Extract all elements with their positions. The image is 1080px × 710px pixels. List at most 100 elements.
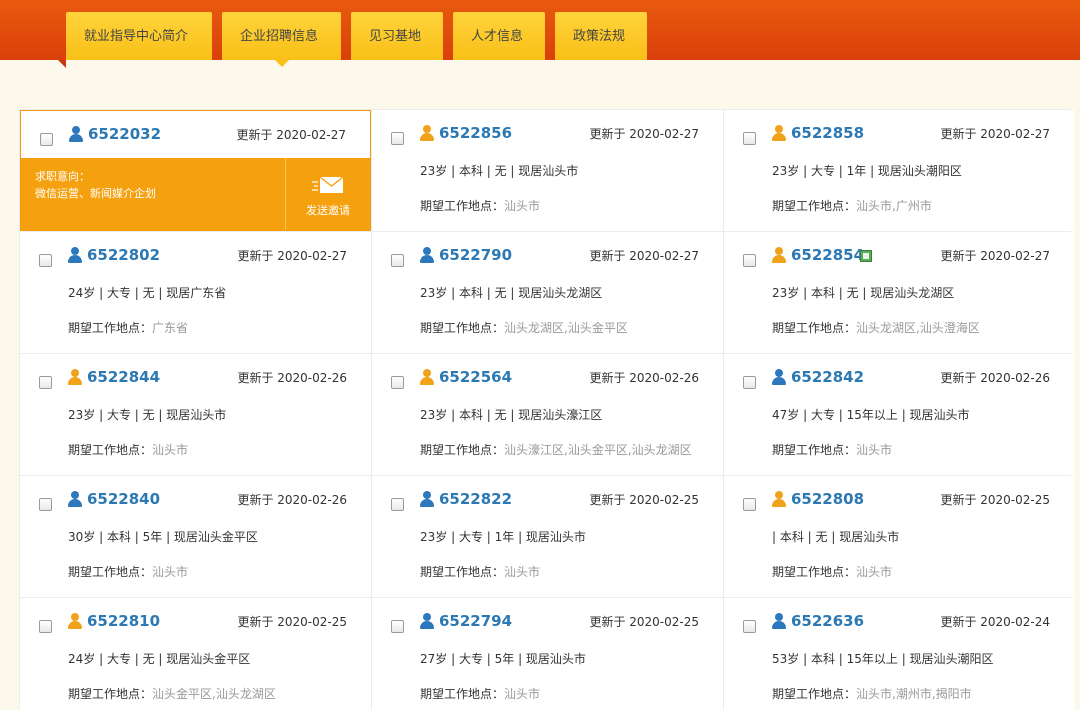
- tab-internship-base[interactable]: 见习基地: [351, 12, 443, 60]
- candidate-id-link[interactable]: 6522844: [87, 368, 160, 386]
- active-tab-pointer: [274, 60, 289, 67]
- job-intent: 求职意向： 微信运营、新闻媒介企划: [35, 168, 156, 202]
- select-checkbox[interactable]: [39, 620, 52, 633]
- select-checkbox[interactable]: [40, 133, 53, 146]
- candidate-summary: 23岁 | 本科 | 无 | 现居汕头市: [420, 164, 579, 178]
- candidate-id-link[interactable]: 6522854: [791, 246, 864, 264]
- select-checkbox[interactable]: [391, 376, 404, 389]
- preferred-location: 期望工作地点：汕头市,广州市: [772, 197, 932, 214]
- candidate-card[interactable]: 6522636 更新于 2020-02-24 53岁 | 本科 | 15年以上 | …: [724, 598, 1074, 710]
- top-nav-bar: 就业指导中心简介 企业招聘信息 见习基地 人才信息 政策法规: [0, 0, 1080, 67]
- select-checkbox[interactable]: [39, 376, 52, 389]
- person-icon: [420, 613, 434, 629]
- candidate-summary: 23岁 | 本科 | 无 | 现居汕头龙湖区: [772, 286, 955, 300]
- preferred-location: 期望工作地点：汕头市: [68, 441, 188, 458]
- preferred-location: 期望工作地点：广东省: [68, 319, 188, 336]
- preferred-location: 期望工作地点：汕头龙湖区,汕头金平区: [420, 319, 628, 336]
- tab-job-postings-label: 企业招聘信息: [240, 29, 319, 44]
- candidate-id-link[interactable]: 6522842: [791, 368, 864, 386]
- select-checkbox[interactable]: [743, 132, 756, 145]
- tab-center-intro[interactable]: 就业指导中心简介: [66, 12, 212, 60]
- candidate-id-link[interactable]: 6522858: [791, 124, 864, 142]
- location-value: 汕头市,广州市: [856, 199, 932, 213]
- candidate-summary: 30岁 | 本科 | 5年 | 现居汕头金平区: [68, 530, 258, 544]
- candidate-summary: 23岁 | 本科 | 无 | 现居汕头濠江区: [420, 408, 603, 422]
- candidate-id-link[interactable]: 6522840: [87, 490, 160, 508]
- updated-date: 更新于 2020-02-27: [237, 249, 347, 263]
- updated-date: 更新于 2020-02-26: [589, 371, 699, 385]
- select-checkbox[interactable]: [391, 498, 404, 511]
- candidate-summary: 24岁 | 大专 | 无 | 现居广东省: [68, 286, 227, 300]
- person-icon: [68, 491, 82, 507]
- person-icon: [772, 125, 786, 141]
- select-checkbox[interactable]: [39, 498, 52, 511]
- send-invite-label: 发送邀请: [306, 204, 350, 217]
- candidate-id-link[interactable]: 6522564: [439, 368, 512, 386]
- send-invite-button[interactable]: 发送邀请: [286, 158, 370, 230]
- tab-job-postings[interactable]: 企业招聘信息: [222, 12, 341, 67]
- person-icon: [772, 613, 786, 629]
- updated-date: 更新于 2020-02-27: [236, 128, 346, 142]
- candidate-card[interactable]: 6522810 更新于 2020-02-25 24岁 | 大专 | 无 | 现居汕头…: [20, 598, 371, 710]
- preferred-location: 期望工作地点：汕头龙湖区,汕头澄海区: [772, 319, 980, 336]
- candidate-summary: 23岁 | 大专 | 1年 | 现居汕头潮阳区: [772, 164, 962, 178]
- candidate-card[interactable]: 6522790 更新于 2020-02-27 23岁 | 本科 | 无 | 现居汕头…: [372, 232, 723, 353]
- select-checkbox[interactable]: [391, 132, 404, 145]
- select-checkbox[interactable]: [391, 254, 404, 267]
- candidate-card[interactable]: 6522564 更新于 2020-02-26 23岁 | 本科 | 无 | 现居汕头…: [372, 354, 723, 475]
- candidate-id-link[interactable]: 6522810: [87, 612, 160, 630]
- candidate-card[interactable]: 6522854 更新于 2020-02-27 23岁 | 本科 | 无 | 现居汕头…: [724, 232, 1074, 353]
- select-checkbox[interactable]: [743, 376, 756, 389]
- select-checkbox[interactable]: [743, 620, 756, 633]
- select-checkbox[interactable]: [743, 498, 756, 511]
- candidate-id-link[interactable]: 6522032: [88, 125, 161, 143]
- preferred-location: 期望工作地点：汕头金平区,汕头龙湖区: [68, 685, 276, 702]
- candidate-id-link[interactable]: 6522808: [791, 490, 864, 508]
- location-label: 期望工作地点：: [420, 321, 505, 335]
- location-label: 期望工作地点：: [420, 565, 505, 579]
- person-icon: [420, 247, 434, 263]
- job-intent-value: 微信运营、新闻媒介企划: [35, 187, 156, 200]
- candidate-summary: 23岁 | 本科 | 无 | 现居汕头龙湖区: [420, 286, 603, 300]
- candidate-card[interactable]: 6522844 更新于 2020-02-26 23岁 | 大专 | 无 | 现居汕头…: [20, 354, 371, 475]
- candidate-id-link[interactable]: 6522636: [791, 612, 864, 630]
- updated-date: 更新于 2020-02-26: [237, 493, 347, 507]
- updated-date: 更新于 2020-02-25: [589, 615, 699, 629]
- select-checkbox[interactable]: [39, 254, 52, 267]
- candidate-card[interactable]: 6522856 更新于 2020-02-27 23岁 | 本科 | 无 | 现居汕头…: [372, 110, 723, 231]
- candidate-card[interactable]: 6522802 更新于 2020-02-27 24岁 | 大专 | 无 | 现居广东…: [20, 232, 371, 353]
- candidate-card[interactable]: 6522032 更新于 2020-02-27 求职意向： 微信运营、新闻媒介企划 …: [20, 110, 371, 231]
- location-value: 汕头市: [504, 199, 541, 213]
- person-icon: [420, 125, 434, 141]
- location-label: 期望工作地点：: [68, 687, 153, 701]
- candidate-id-link[interactable]: 6522856: [439, 124, 512, 142]
- candidate-card[interactable]: 6522842 更新于 2020-02-26 47岁 | 大专 | 15年以上 | …: [724, 354, 1074, 475]
- updated-date: 更新于 2020-02-27: [589, 127, 699, 141]
- select-checkbox[interactable]: [743, 254, 756, 267]
- tab-policies[interactable]: 政策法规: [555, 12, 647, 60]
- preferred-location: 期望工作地点：汕头市: [772, 563, 892, 580]
- candidate-summary: | 本科 | 无 | 现居汕头市: [772, 530, 900, 544]
- candidate-card[interactable]: 6522794 更新于 2020-02-25 27岁 | 大专 | 5年 | 现居汕…: [372, 598, 723, 710]
- person-icon: [420, 369, 434, 385]
- candidate-card[interactable]: 6522840 更新于 2020-02-26 30岁 | 本科 | 5年 | 现居汕…: [20, 476, 371, 597]
- job-intent-label: 求职意向：: [35, 170, 90, 183]
- candidate-id-link[interactable]: 6522790: [439, 246, 512, 264]
- select-checkbox[interactable]: [391, 620, 404, 633]
- nav-tabs: 就业指导中心简介 企业招聘信息 见习基地 人才信息 政策法规: [66, 12, 657, 67]
- candidate-id-link[interactable]: 6522822: [439, 490, 512, 508]
- candidate-id-link[interactable]: 6522794: [439, 612, 512, 630]
- tab-talent-info[interactable]: 人才信息: [453, 12, 545, 60]
- updated-date: 更新于 2020-02-26: [940, 371, 1050, 385]
- person-icon: [772, 247, 786, 263]
- location-value: 汕头市: [504, 687, 541, 701]
- candidate-id-link[interactable]: 6522802: [87, 246, 160, 264]
- candidate-card[interactable]: 6522808 更新于 2020-02-25 | 本科 | 无 | 现居汕头市 期望…: [724, 476, 1074, 597]
- preferred-location: 期望工作地点：汕头市: [420, 197, 540, 214]
- preferred-location: 期望工作地点：汕头市,潮州市,揭阳市: [772, 685, 972, 702]
- candidate-card[interactable]: 6522858 更新于 2020-02-27 23岁 | 大专 | 1年 | 现居汕…: [724, 110, 1074, 231]
- updated-date: 更新于 2020-02-24: [940, 615, 1050, 629]
- location-value: 汕头龙湖区,汕头澄海区: [856, 321, 980, 335]
- location-label: 期望工作地点：: [772, 565, 857, 579]
- candidate-card[interactable]: 6522822 更新于 2020-02-25 23岁 | 大专 | 1年 | 现居汕…: [372, 476, 723, 597]
